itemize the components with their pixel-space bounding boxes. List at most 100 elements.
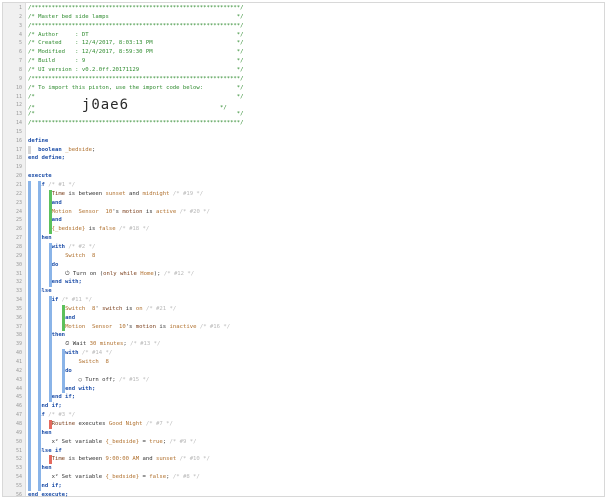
line-number: 11 — [15, 93, 22, 100]
code-text: /* To import this piston, use the import… — [28, 84, 244, 93]
code-line: 53 then — [3, 464, 603, 473]
line-number: 29 — [15, 252, 22, 259]
code-token: _bedside — [65, 146, 93, 153]
code-token: execute — [28, 173, 52, 180]
line-number: 55 — [15, 482, 22, 489]
code-token: with — [51, 243, 66, 250]
code-token: end with; — [51, 279, 82, 286]
code-token: true — [149, 438, 163, 445]
code-token: /* Build : 9 */ — [28, 58, 244, 65]
code-text: ○ Turn off; /* #15 */ — [79, 376, 150, 385]
line-number: 36 — [15, 314, 22, 321]
code-token: else if — [38, 447, 62, 454]
nested-condition-bar — [62, 304, 65, 332]
line-number: 51 — [15, 447, 22, 454]
code-text: /* */ — [28, 93, 244, 102]
trigger-bar — [49, 455, 52, 465]
code-line: 16 define — [3, 137, 603, 146]
code-token: inactive — [169, 323, 197, 330]
code-line: 3 /**************************************… — [3, 22, 603, 31]
code-token: /* #2 */ — [65, 243, 96, 250]
code-line: 38 then — [3, 331, 603, 340]
code-token: Time — [51, 190, 69, 197]
code-line: 2 /* Master bed side lamps */ — [3, 13, 603, 22]
code-text: and — [65, 314, 75, 323]
code-token: sunset — [156, 456, 177, 463]
code-token: end if; — [38, 482, 62, 489]
code-token: end with; — [65, 385, 96, 392]
code-token: /* #1 */ — [44, 182, 76, 188]
line-number: 47 — [15, 412, 22, 419]
line-number: 53 — [15, 465, 22, 472]
code-line: 30 do — [3, 261, 603, 270]
line-number: 5 — [18, 40, 22, 47]
code-token: is — [85, 226, 99, 233]
code-text: define — [28, 137, 48, 146]
line-number: 14 — [15, 120, 22, 127]
code-token: /* #14 */ — [78, 350, 113, 357]
code-line: 24 Motion Sensor 10's motion is active /*… — [3, 208, 603, 217]
code-token: only while — [103, 270, 137, 277]
code-line: 6 /* Modified : 12/4/2017, 8:59:30 PM */ — [3, 48, 603, 57]
code-token: is — [142, 208, 157, 215]
code-token: /* #12 */ — [160, 270, 195, 277]
code-token: ⏻ Turn on ( — [65, 270, 104, 277]
code-text: end define; — [28, 154, 65, 163]
line-number: 15 — [15, 128, 22, 135]
nested-with-bar — [62, 349, 65, 394]
code-text: Time is between sunset and midnight /* #… — [52, 190, 204, 199]
code-line: 31 ⏻ Turn on (only while Home); /* #12 */ — [3, 270, 603, 279]
line-number: 54 — [15, 474, 22, 481]
code-token: Home — [140, 270, 154, 277]
trigger-bar — [49, 419, 52, 429]
code-line: 23 and — [3, 199, 603, 208]
code-text: /***************************************… — [28, 4, 244, 13]
code-text: do — [52, 261, 59, 270]
line-number: 30 — [15, 261, 22, 268]
line-number: 34 — [15, 297, 22, 304]
code-line: 52 Time is between 9:00:00 AM and sunset … — [3, 455, 603, 464]
code-token: executes — [75, 420, 109, 427]
code-line: 10 /* To import this piston, use the impo… — [3, 84, 603, 93]
code-text: and — [52, 199, 62, 208]
code-text: if /* #3 */ — [38, 411, 75, 420]
code-token: and — [139, 456, 156, 463]
line-number: 56 — [15, 491, 22, 498]
code-text: Switch 8' switch is on /* #21 */ — [65, 305, 176, 314]
code-token: then — [51, 332, 66, 339]
code-text: /* Modified : 12/4/2017, 8:59:30 PM */ — [28, 48, 244, 57]
code-line: 25 and — [3, 216, 603, 225]
code-token: /* Author : DT */ — [28, 31, 244, 38]
line-number: 20 — [15, 173, 22, 180]
code-line: 32 end with; — [3, 278, 603, 287]
code-text: end if; — [38, 482, 62, 491]
define-bar — [28, 145, 31, 155]
code-token: motion — [122, 208, 143, 215]
code-token: Switch 8 — [78, 359, 109, 365]
code-token: ○ Turn off; — [78, 376, 116, 383]
code-text: ⏲ Wait 30 minutes; /* #13 */ — [65, 340, 160, 349]
line-number: 19 — [15, 164, 22, 171]
code-token: Routine — [51, 420, 76, 427]
code-editor: 1 /**************************************… — [2, 2, 605, 498]
code-text: x² Set variable {_bedside} = true; /* #9… — [52, 438, 197, 447]
line-number: 9 — [18, 75, 22, 82]
code-line: 35 Switch 8' switch is on /* #21 */ — [3, 305, 603, 314]
code-token: ⏲ Wait — [65, 341, 90, 348]
code-token: {_bedside} — [51, 226, 86, 233]
code-token: Switch 8 — [65, 252, 96, 259]
code-token: /* #21 */ — [142, 305, 177, 312]
code-line: 46 end if; — [3, 402, 603, 411]
code-text: do — [65, 367, 72, 376]
code-token: 's — [125, 323, 136, 330]
code-token: Switch 8 — [65, 305, 96, 312]
code-text: if /* #11 */ — [52, 296, 92, 305]
code-text: /* Build : 9 */ — [28, 57, 244, 66]
code-line: 22 Time is between sunset and midnight /*… — [3, 190, 603, 199]
code-text: end if; — [38, 402, 62, 411]
line-number: 22 — [15, 190, 22, 197]
code-line: 20 execute — [3, 172, 603, 181]
code-line: 39 ⏲ Wait 30 minutes; /* #13 */ — [3, 340, 603, 349]
code-line: 47 if /* #3 */ — [3, 411, 603, 420]
with-block-bar — [49, 242, 52, 288]
